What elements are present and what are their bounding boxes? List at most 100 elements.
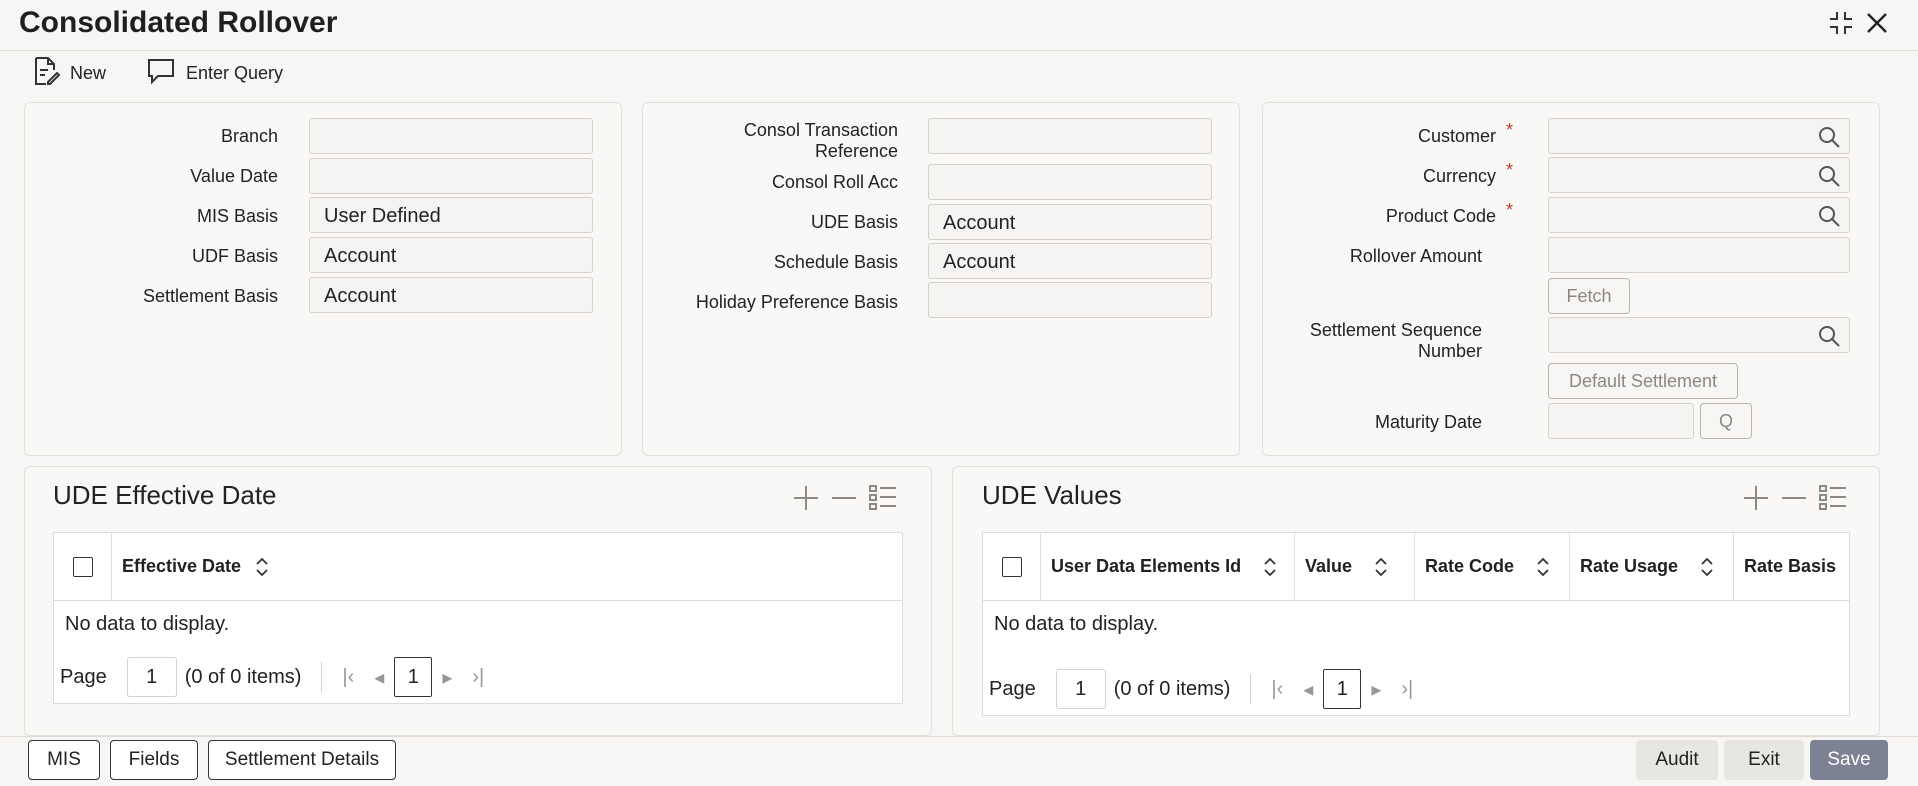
page-input[interactable]: 1 <box>1055 669 1106 709</box>
search-icon[interactable] <box>1817 324 1841 354</box>
pager-divider <box>321 662 323 692</box>
consol-txn-ref-field[interactable] <box>928 118 1212 154</box>
audit-button[interactable]: Audit <box>1636 740 1718 780</box>
search-icon[interactable] <box>1817 204 1841 234</box>
page-title: Consolidated Rollover <box>19 6 338 39</box>
select-all-checkbox[interactable] <box>1001 556 1022 577</box>
ude-basis-field[interactable]: Account <box>928 204 1212 240</box>
select-all-column <box>983 533 1041 601</box>
search-icon[interactable] <box>1817 164 1841 194</box>
column-user-data-elements-id[interactable]: User Data Elements Id <box>1041 533 1295 601</box>
title-divider <box>0 50 1918 51</box>
first-page-icon[interactable]: |‹ <box>1271 678 1283 701</box>
sort-icon[interactable] <box>1374 557 1388 577</box>
select-all-checkbox[interactable] <box>72 556 93 577</box>
query-icon <box>146 57 176 90</box>
sort-icon[interactable] <box>255 557 269 577</box>
currency-label: Currency <box>1422 166 1496 186</box>
next-page-icon[interactable]: ▸ <box>442 665 452 690</box>
maturity-query-button[interactable]: Q <box>1700 403 1752 439</box>
current-page[interactable]: 1 <box>1323 669 1362 709</box>
new-document-icon <box>32 56 61 91</box>
holiday-pref-field[interactable] <box>928 282 1212 318</box>
next-page-icon[interactable]: ▸ <box>1371 677 1381 702</box>
column-list-icon[interactable] <box>1818 484 1848 517</box>
exit-button[interactable]: Exit <box>1724 740 1804 780</box>
sort-icon[interactable] <box>1536 557 1550 577</box>
value-date-field[interactable] <box>309 158 593 194</box>
new-button[interactable]: New <box>32 56 106 90</box>
fetch-button[interactable]: Fetch <box>1548 278 1630 314</box>
maturity-date-field[interactable] <box>1548 403 1694 439</box>
ude-values-grid: User Data Elements Id Value Rate Code Ra… <box>982 532 1850 716</box>
settlement-details-button[interactable]: Settlement Details <box>208 740 396 780</box>
last-page-icon[interactable]: ›| <box>472 666 484 689</box>
sort-icon[interactable] <box>1263 557 1277 577</box>
column-rate-usage[interactable]: Rate Usage <box>1570 533 1734 601</box>
branch-label: Branch <box>220 126 278 146</box>
mis-basis-field[interactable]: User Defined <box>309 197 593 233</box>
prev-page-icon[interactable]: ◂ <box>374 665 384 690</box>
settlement-seq-field[interactable] <box>1548 317 1850 353</box>
column-rate-basis-label: Rate Basis <box>1744 556 1837 576</box>
udf-basis-label: UDF Basis <box>191 246 278 266</box>
sort-icon[interactable] <box>1700 557 1714 577</box>
mis-basis-label: MIS Basis <box>196 206 278 226</box>
currency-field[interactable] <box>1548 157 1850 193</box>
delete-row-icon[interactable] <box>1780 484 1808 517</box>
items-count: (0 of 0 items) <box>184 665 302 688</box>
enter-query-label: Enter Query <box>186 62 284 83</box>
close-icon[interactable] <box>1860 8 1894 38</box>
column-value[interactable]: Value <box>1295 533 1415 601</box>
items-count: (0 of 0 items) <box>1113 677 1231 700</box>
first-page-icon[interactable]: |‹ <box>342 666 354 689</box>
column-rate-code-label: Rate Code <box>1425 556 1515 576</box>
new-button-label: New <box>70 62 107 83</box>
branch-field[interactable] <box>309 118 593 154</box>
rollover-amount-field[interactable] <box>1548 237 1850 273</box>
column-rate-code[interactable]: Rate Code <box>1415 533 1570 601</box>
customer-field[interactable] <box>1548 118 1850 154</box>
delete-row-icon[interactable] <box>830 484 858 517</box>
value-date-label: Value Date <box>190 166 278 186</box>
mis-button[interactable]: MIS <box>28 740 100 780</box>
column-value-label: Value <box>1305 556 1353 576</box>
prev-page-icon[interactable]: ◂ <box>1303 677 1313 702</box>
add-row-icon[interactable] <box>792 484 820 517</box>
customer-label: Customer <box>1417 126 1496 146</box>
default-settlement-button[interactable]: Default Settlement <box>1548 363 1738 399</box>
rollover-amount-label: Rollover Amount <box>1349 246 1482 266</box>
column-rate-basis[interactable]: Rate Basis <box>1734 533 1849 601</box>
search-icon[interactable] <box>1817 125 1841 155</box>
last-page-icon[interactable]: ›| <box>1401 678 1413 701</box>
column-rate-usage-label: Rate Usage <box>1580 556 1679 576</box>
collapse-icon[interactable] <box>1824 8 1858 38</box>
schedule-basis-label: Schedule Basis <box>773 252 898 272</box>
current-page[interactable]: 1 <box>394 657 433 697</box>
schedule-basis-field[interactable]: Account <box>928 243 1212 279</box>
page-label: Page <box>60 665 107 688</box>
empty-message: No data to display. <box>994 613 1159 635</box>
holiday-pref-label: Holiday Preference Basis <box>695 292 898 312</box>
ude-effective-date-grid: Effective Date No data to display. Page … <box>53 532 903 704</box>
page-input[interactable]: 1 <box>126 657 177 697</box>
product-code-label: Product Code <box>1385 206 1496 226</box>
settlement-seq-label-line1: Settlement Sequence <box>1309 320 1482 340</box>
grid-header: Effective Date <box>54 532 902 601</box>
column-list-icon[interactable] <box>868 484 898 517</box>
product-code-field[interactable] <box>1548 197 1850 233</box>
maturity-date-label: Maturity Date <box>1374 412 1482 432</box>
column-effective-date[interactable]: Effective Date <box>112 533 269 601</box>
save-button[interactable]: Save <box>1810 740 1888 780</box>
consol-roll-acc-field[interactable] <box>928 164 1212 200</box>
pager-divider <box>1250 674 1252 704</box>
ude-values-title: UDE Values <box>982 480 1122 510</box>
add-row-icon[interactable] <box>1742 484 1770 517</box>
settlement-basis-field[interactable]: Account <box>309 277 593 313</box>
udf-basis-field[interactable]: Account <box>309 237 593 273</box>
consol-txn-ref-label-line1: Consol Transaction <box>743 120 898 140</box>
fields-button[interactable]: Fields <box>110 740 198 780</box>
enter-query-button[interactable]: Enter Query <box>146 56 283 90</box>
column-effective-date-label: Effective Date <box>122 556 242 576</box>
page-label: Page <box>989 677 1036 700</box>
